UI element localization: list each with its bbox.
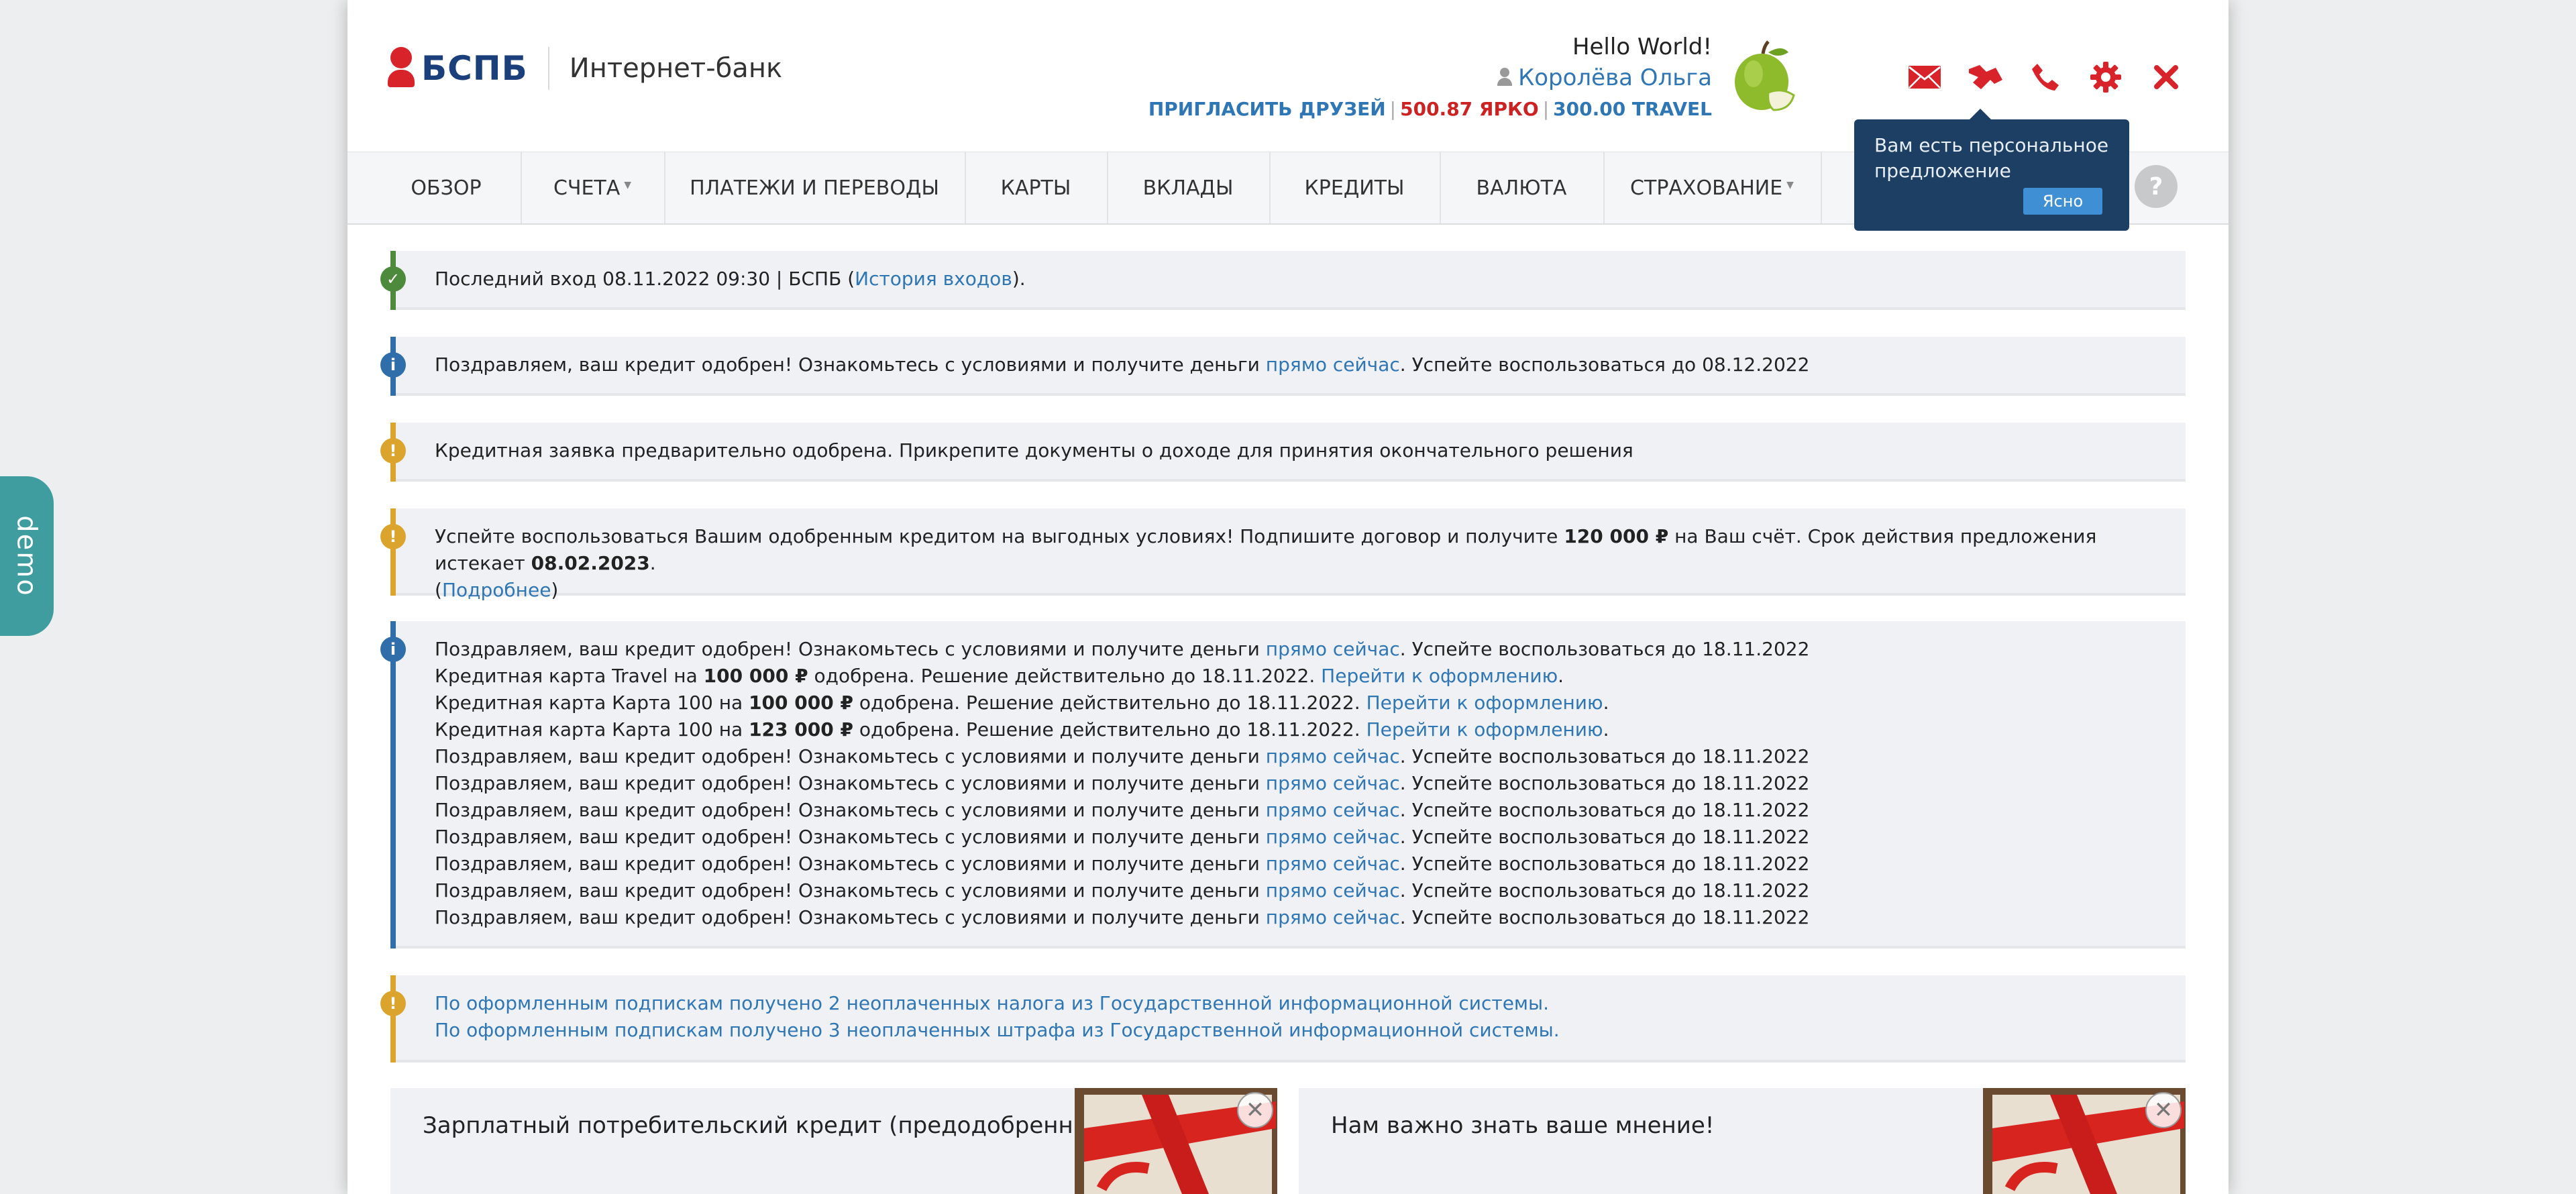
apply-link[interactable]: Перейти к оформлению: [1321, 665, 1558, 687]
nav-cards[interactable]: КАРТЫ: [965, 152, 1108, 223]
bank-logo[interactable]: БСПБ Интернет-банк: [388, 47, 782, 90]
get-money-link[interactable]: прямо сейчас: [1266, 826, 1400, 848]
get-money-link[interactable]: прямо сейчас: [1266, 772, 1400, 794]
bonus-yarko[interactable]: 500.87 ЯРКО: [1400, 98, 1539, 120]
nav-overview[interactable]: ОБЗОР: [372, 152, 522, 223]
offers-list-alert: i Поздравляем, ваш кредит одобрен! Ознак…: [380, 621, 2186, 948]
apply-link[interactable]: Перейти к оформлению: [1366, 718, 1603, 741]
get-money-link[interactable]: прямо сейчас: [1266, 745, 1400, 767]
warning-icon: !: [380, 524, 406, 549]
promo-card[interactable]: Нам важно знать ваше мнение! ✕: [1299, 1088, 2186, 1194]
credit-approved-alert: i Поздравляем, ваш кредит одобрен! Ознак…: [380, 337, 2186, 396]
close-icon[interactable]: ✕: [1237, 1092, 1273, 1128]
apple-avatar-icon[interactable]: [1729, 40, 1796, 114]
offer-line: Поздравляем, ваш кредит одобрен! Ознаком…: [435, 745, 1810, 767]
user-name: Королёва Ольга: [1518, 64, 1712, 91]
nav-payments[interactable]: ПЛАТЕЖИ И ПЕРЕВОДЫ: [664, 152, 966, 223]
last-login-alert: ✓ Последний вход 08.11.2022 09:30 | БСПБ…: [380, 251, 2186, 310]
offer-line: Поздравляем, ваш кредит одобрен! Ознаком…: [435, 826, 1810, 848]
details-link[interactable]: Подробнее: [442, 579, 551, 601]
offer-line: Кредитная карта Travel на 100 000 ₽ одоб…: [435, 665, 1564, 687]
offer-line: Поздравляем, ваш кредит одобрен! Ознаком…: [435, 772, 1810, 794]
user-icon: [1497, 68, 1513, 87]
header-icons: [1894, 60, 2196, 94]
info-icon: i: [380, 352, 406, 378]
logo-text: БСПБ: [421, 49, 528, 88]
taxes-link[interactable]: По оформленным подпискам получено 2 неоп…: [435, 990, 1560, 1017]
alert-text: Последний вход 08.11.2022 09:30 | БСПБ (…: [435, 268, 1026, 290]
chevron-down-icon: ▼: [1786, 180, 1794, 191]
greeting-text: Hello World!: [1572, 34, 1712, 60]
nav-insurance[interactable]: СТРАХОВАНИЕ ▼: [1603, 152, 1822, 223]
offer-line: Поздравляем, ваш кредит одобрен! Ознаком…: [435, 853, 1810, 875]
main-page: БСПБ Интернет-банк Hello World! Королёва…: [347, 0, 2229, 1194]
get-money-link[interactable]: прямо сейчас: [1266, 638, 1400, 660]
settings-icon[interactable]: [2076, 60, 2136, 94]
alert-text: Поздравляем, ваш кредит одобрен! Ознаком…: [435, 354, 1810, 376]
offer-line: Кредитная карта Карта 100 на 100 000 ₽ о…: [435, 692, 1609, 714]
warning-icon: !: [380, 438, 406, 464]
promo-card-title: Нам важно знать ваше мнение!: [1331, 1112, 1715, 1139]
get-money-link[interactable]: прямо сейчас: [1266, 853, 1400, 875]
phone-icon[interactable]: [2015, 60, 2076, 94]
get-money-link[interactable]: прямо сейчас: [1266, 354, 1400, 376]
demo-tab[interactable]: demo: [0, 476, 54, 636]
offer-line: Поздравляем, ваш кредит одобрен! Ознаком…: [435, 906, 1810, 928]
bonus-travel[interactable]: 300.00 TRAVEL: [1553, 98, 1712, 120]
warning-icon: !: [380, 991, 406, 1016]
apply-link[interactable]: Перейти к оформлению: [1366, 692, 1603, 714]
promo-card-title: Зарплатный потребительский кредит (предо…: [423, 1112, 1115, 1139]
nav-deposits[interactable]: ВКЛАДЫ: [1107, 152, 1271, 223]
demo-tab-label: demo: [11, 515, 42, 597]
offer-line: Поздравляем, ваш кредит одобрен! Ознаком…: [435, 638, 1810, 660]
promo-card[interactable]: Зарплатный потребительский кредит (предо…: [390, 1088, 1277, 1194]
offer-line: Поздравляем, ваш кредит одобрен! Ознаком…: [435, 799, 1810, 821]
user-name-link[interactable]: Королёва Ольга: [1148, 64, 1712, 91]
tooltip-text: Вам есть персональное предложение: [1874, 134, 2109, 182]
nav-credits[interactable]: КРЕДИТЫ: [1269, 152, 1441, 223]
offers-list: Поздравляем, ваш кредит одобрен! Ознаком…: [435, 636, 1809, 931]
get-money-link[interactable]: прямо сейчас: [1266, 799, 1400, 821]
nav-accounts[interactable]: СЧЕТА ▼: [521, 152, 665, 223]
offer-line: Кредитная карта Карта 100 на 123 000 ₽ о…: [435, 718, 1609, 741]
alert-text: По оформленным подпискам получено 2 неоп…: [435, 990, 1560, 1044]
credit-preapproved-alert: ! Кредитная заявка предварительно одобре…: [380, 423, 2186, 482]
get-money-link[interactable]: прямо сейчас: [1266, 906, 1400, 928]
chevron-down-icon: ▼: [624, 180, 632, 191]
info-icon: i: [380, 637, 406, 662]
logo-icon: [388, 47, 415, 90]
logo-subtitle: Интернет-банк: [569, 53, 783, 84]
alert-text: Кредитная заявка предварительно одобрена…: [435, 439, 1633, 462]
fines-link[interactable]: По оформленным подпискам получено 3 неоп…: [435, 1017, 1560, 1044]
credit-offer-alert: ! Успейте воспользоваться Вашим одобренн…: [380, 508, 2186, 601]
alert-text: Успейте воспользоваться Вашим одобренным…: [435, 525, 2097, 601]
mail-icon[interactable]: [1894, 60, 1955, 94]
offer-icon[interactable]: [1955, 60, 2015, 94]
get-money-link[interactable]: прямо сейчас: [1266, 879, 1400, 902]
offer-line: Поздравляем, ваш кредит одобрен! Ознаком…: [435, 879, 1810, 902]
nav-currency[interactable]: ВАЛЮТА: [1440, 152, 1605, 223]
invite-friends-link[interactable]: ПРИГЛАСИТЬ ДРУЗЕЙ: [1148, 98, 1386, 120]
logo-divider: [547, 47, 549, 90]
close-icon[interactable]: [2136, 60, 2196, 94]
help-button[interactable]: ?: [2135, 165, 2178, 208]
close-icon[interactable]: ✕: [2145, 1092, 2182, 1128]
personal-offer-tooltip: Вам есть персональное предложение Ясно: [1854, 109, 2129, 231]
tooltip-ok-button[interactable]: Ясно: [2023, 188, 2102, 215]
user-links: ПРИГЛАСИТЬ ДРУЗЕЙ | 500.87 ЯРКО | 300.00 TRA…: [1148, 98, 1712, 120]
government-fines-alert: ! По оформленным подпискам получено 2 не…: [380, 975, 2186, 1063]
check-icon: ✓: [380, 266, 406, 292]
login-history-link[interactable]: История входов: [855, 268, 1012, 290]
user-block: Hello World! Королёва Ольга ПРИГЛАСИТЬ Д…: [1148, 34, 1712, 120]
